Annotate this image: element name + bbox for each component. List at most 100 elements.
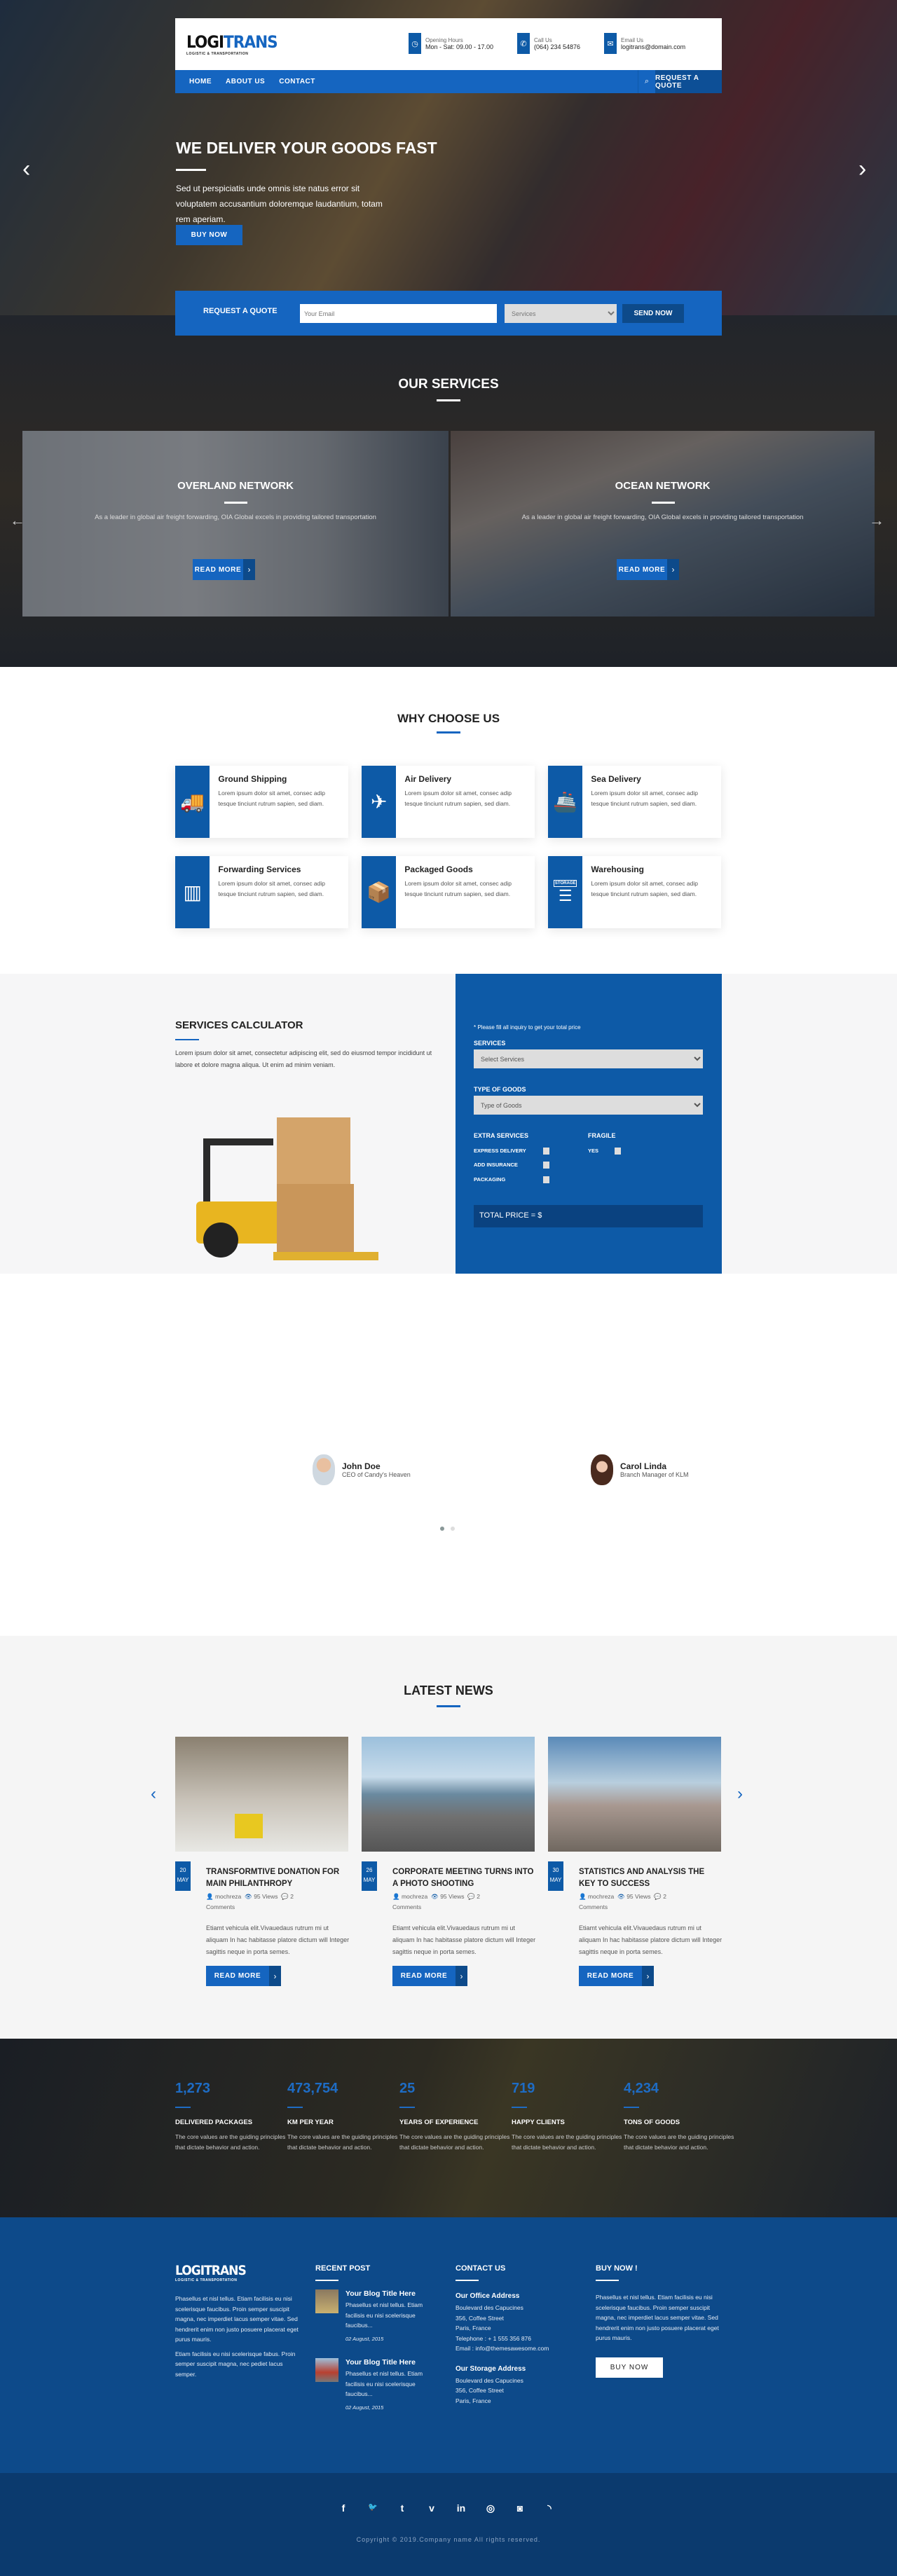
express-label: EXPRESS DELIVERY — [474, 1148, 526, 1154]
news-card: 26 MAY CORPORATE MEETING TURNS INTO A PHO… — [362, 1737, 535, 1986]
recent-post[interactable]: Your Blog Title Here Phasellus et nisl te… — [315, 2289, 434, 2344]
clock-icon: ◷ — [409, 33, 421, 54]
section-title: WHY CHOOSE US — [397, 712, 500, 725]
feature-card: 🚢 Sea Delivery Lorem ipsum dolor sit amet,… — [548, 766, 721, 838]
tumblr-icon[interactable]: t — [395, 2502, 409, 2514]
read-more-button[interactable]: READ MORE › — [193, 559, 255, 580]
read-more-button[interactable]: READ MORE › — [206, 1966, 281, 1986]
title-underline — [175, 1039, 199, 1040]
twitter-icon[interactable]: 🐦 — [366, 2502, 380, 2514]
news-title[interactable]: STATISTICS AND ANALYSIS THE KEY TO SUCCE… — [579, 1866, 723, 1890]
counters-section: 1,273 DELIVERED PACKAGES The core values a… — [0, 2039, 897, 2217]
forklift-image — [189, 1103, 399, 1265]
news-meta: 👤 mochreza 👁 95 Views 💬 2 Comments — [579, 1893, 666, 1910]
counter: 1,273 DELIVERED PACKAGES The core values a… — [175, 2081, 286, 2151]
services-calculator-section: SERVICES CALCULATOR Lorem ipsum dolor si… — [0, 974, 897, 1274]
news-image[interactable] — [175, 1737, 348, 1852]
services-next-arrow[interactable]: → — [869, 511, 884, 530]
logo[interactable]: LOGITRANS LOGISTIC & TRANSPORTATION — [186, 32, 278, 56]
footer-logo: LOGITRANS — [175, 2263, 247, 2278]
read-more-button[interactable]: READ MORE › — [392, 1966, 467, 1986]
linkedin-icon[interactable]: in — [454, 2502, 468, 2514]
email-input[interactable] — [300, 304, 497, 323]
news-image[interactable] — [548, 1737, 721, 1852]
hero-next-arrow[interactable]: › — [858, 156, 866, 183]
vimeo-icon[interactable]: v — [425, 2502, 439, 2514]
goods-label: TYPE OF GOODS — [474, 1086, 526, 1093]
section-title: OUR SERVICES — [398, 377, 499, 392]
news-title[interactable]: CORPORATE MEETING TURNS INTO A PHOTO SHO… — [392, 1866, 536, 1890]
call-us: ✆ Call Us (064) 234 54876 — [517, 33, 580, 54]
instagram-icon[interactable]: ◙ — [513, 2502, 527, 2514]
search-icon[interactable]: ⌕ — [638, 70, 655, 93]
email-us: ✉ Email Us logitrans@domain.com — [604, 33, 685, 54]
quote-label: REQUEST A QUOTE — [203, 307, 278, 315]
service-slide: OCEAN NETWORK As a leader in global air … — [451, 431, 875, 617]
services-select[interactable]: Select Services — [474, 1049, 703, 1068]
packaging-checkbox[interactable] — [543, 1176, 549, 1183]
nav-about[interactable]: ABOUT US — [226, 78, 265, 85]
news-meta: 👤 mochreza 👁 95 Views 💬 2 Comments — [206, 1893, 294, 1910]
hero-prev-arrow[interactable]: ‹ — [22, 156, 30, 183]
total-price: TOTAL PRICE = $ — [474, 1205, 703, 1227]
send-now-button[interactable]: SEND NOW — [622, 304, 684, 323]
request-quote-nav-button[interactable]: REQUEST A QUOTE — [655, 70, 722, 93]
express-delivery-checkbox[interactable] — [543, 1148, 549, 1155]
email-link[interactable]: Email : info@themesawesome.com — [456, 2343, 582, 2354]
dribbble-icon[interactable]: ◎ — [484, 2502, 498, 2514]
carousel-dot-active[interactable] — [440, 1527, 444, 1531]
rss-icon[interactable]: ◝ — [542, 2502, 556, 2514]
calculator-text: Lorem ipsum dolor sit amet, consectetur … — [175, 1049, 432, 1068]
slide-text: As a leader in global air freight forwar… — [521, 514, 804, 521]
post-thumbnail — [315, 2289, 338, 2313]
counter: 25 YEARS OF EXPERIENCE The core values are… — [399, 2081, 510, 2151]
feature-card: ▥ Forwarding Services Lorem ipsum dolor si… — [175, 856, 348, 928]
services-select[interactable]: Services — [505, 304, 617, 323]
section-title: LATEST NEWS — [404, 1683, 493, 1697]
latest-news-section: LATEST NEWS ‹ › 20 MAY TRANSFORMTIVE DONA… — [0, 1636, 897, 2039]
footer-buy-now-button[interactable]: BUY NOW — [596, 2357, 663, 2378]
nav-contact[interactable]: CONTACT — [279, 78, 315, 85]
avatar — [591, 1454, 613, 1485]
carousel-dot[interactable] — [451, 1527, 455, 1531]
counter: 719 HAPPY CLIENTS The core values are the … — [512, 2081, 622, 2151]
feature-card: STORAGE ☰ Warehousing Lorem ipsum dolor sit… — [548, 856, 721, 928]
social-links: f 🐦 t v in ◎ ◙ ◝ — [336, 2502, 556, 2514]
header-bar: LOGITRANS LOGISTIC & TRANSPORTATION ◷ Op… — [175, 18, 722, 70]
post-thumbnail — [315, 2358, 338, 2382]
fragile-box-icon: 📦 — [362, 856, 397, 928]
chevron-right-icon: › — [456, 1966, 467, 1986]
news-image[interactable] — [362, 1737, 535, 1852]
news-title[interactable]: TRANSFORMTIVE DONATION FOR MAIN PHILANTH… — [206, 1866, 350, 1890]
services-prev-arrow[interactable]: ← — [10, 511, 25, 530]
services-label: SERVICES — [474, 1040, 506, 1047]
hero-title: WE DELIVER YOUR GOODS FAST — [176, 139, 437, 157]
news-prev-arrow[interactable]: ‹ — [151, 1784, 156, 1804]
date-badge: 30 MAY — [548, 1861, 563, 1891]
chevron-right-icon: › — [667, 559, 679, 580]
goods-select[interactable]: Type of Goods — [474, 1096, 703, 1115]
fragile-yes-label: YES — [588, 1148, 599, 1154]
nav-home[interactable]: HOME — [189, 78, 212, 85]
fragile-label: FRAGILE — [588, 1132, 616, 1139]
services-section: OUR SERVICES OVERLAND NETWORK As a leade… — [0, 315, 897, 667]
eye-icon: 👁 — [617, 1893, 625, 1900]
quote-bar: REQUEST A QUOTE Services SEND NOW — [175, 291, 722, 336]
news-meta: 👤 mochreza 👁 95 Views 💬 2 Comments — [392, 1893, 480, 1910]
title-underline — [176, 169, 206, 171]
counter: 4,234 TONS OF GOODS The core values are th… — [624, 2081, 734, 2151]
buy-now-button[interactable]: BUY NOW — [176, 225, 242, 245]
facebook-icon[interactable]: f — [336, 2502, 350, 2514]
testimonial-author: John Doe CEO of Candy's Heaven — [313, 1454, 411, 1485]
read-more-button[interactable]: READ MORE › — [579, 1966, 654, 1986]
news-next-arrow[interactable]: › — [737, 1784, 743, 1804]
title-underline — [437, 1705, 460, 1707]
calculator-form: * Please fill all inquiry to get your to… — [456, 974, 722, 1274]
slide-title: OCEAN NETWORK — [615, 480, 711, 492]
recent-post[interactable]: Your Blog Title Here Phasellus et nisl te… — [315, 2358, 434, 2413]
fragile-yes-checkbox[interactable] — [615, 1148, 621, 1155]
insurance-checkbox[interactable] — [543, 1162, 549, 1169]
read-more-button[interactable]: READ MORE › — [617, 559, 679, 580]
comment-icon: 💬 — [467, 1893, 475, 1900]
opening-hours: ◷ Opening Hours Mon - Sat: 09.00 - 17.00 — [409, 33, 493, 54]
